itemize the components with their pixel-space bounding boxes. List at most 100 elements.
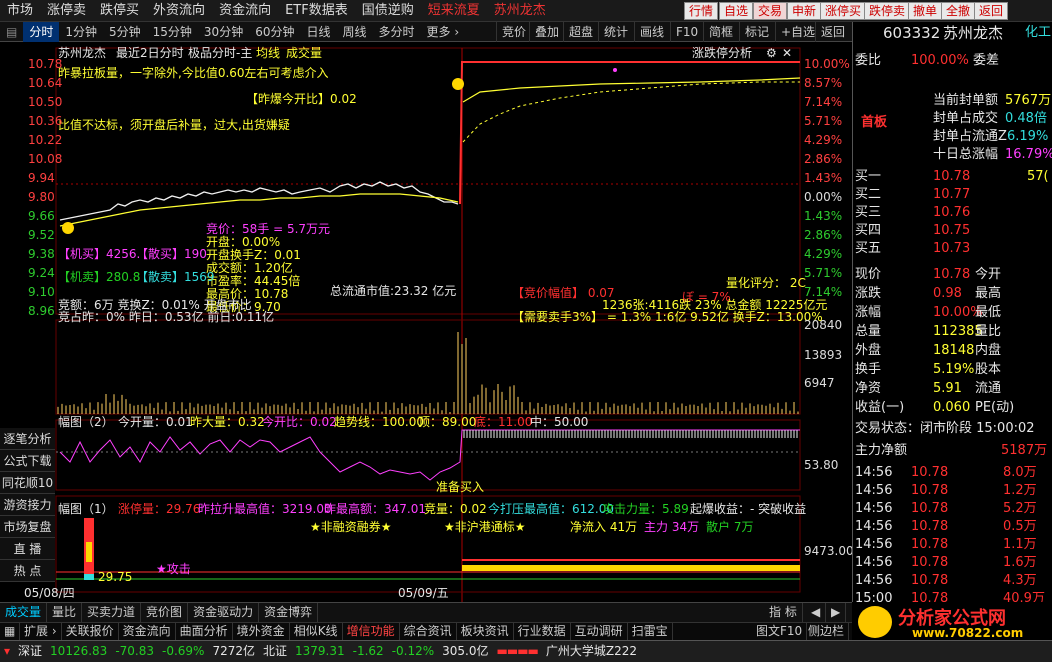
close-icon[interactable]: ✕ — [782, 46, 792, 60]
menu-limit-up-sell[interactable]: 涨停卖 — [40, 0, 93, 22]
tab-intraday[interactable]: 分时 — [23, 21, 60, 42]
line-4: 【需要卖手3%】 = 1.3% 1:6亿 9.52亿 换手Z：13.00% — [512, 310, 823, 324]
sz-label[interactable]: 深证 — [14, 641, 46, 662]
bid-price[interactable]: 10.76 — [933, 204, 970, 222]
btn-draw-line[interactable]: 画线 — [634, 22, 669, 42]
func-capital-flow[interactable]: 资金流向 — [119, 623, 176, 640]
btn-overlay[interactable]: 叠加 — [529, 22, 564, 42]
side-tab-market-review[interactable]: 市场复盘 — [0, 516, 55, 538]
ind2-bottom: 底：11.00 — [474, 415, 533, 429]
btn-limit-up-buy[interactable]: 涨停买 — [820, 2, 867, 20]
tick-price: 10.78 — [911, 465, 949, 480]
grid-icon[interactable]: ▦ — [0, 623, 20, 640]
btn-cancel-all[interactable]: 全撤 — [941, 2, 976, 20]
tab-volume[interactable]: 成交量 — [0, 603, 48, 622]
tab-60min[interactable]: 60分钟 — [249, 22, 300, 42]
weibi-value: 100.00% — [911, 53, 969, 68]
tab-buy-sell-force[interactable]: 买卖力道 — [82, 603, 142, 622]
tab-5min[interactable]: 5分钟 — [103, 22, 147, 42]
side-tab-ths10[interactable]: 同花顺10 — [0, 472, 55, 494]
bz-pct: -0.12% — [391, 644, 435, 658]
btn-back[interactable]: 返回 — [974, 2, 1009, 20]
ind2-ready-buy: 准备买入 — [436, 480, 485, 494]
side-tab-formula-download[interactable]: 公式下载 — [0, 450, 55, 472]
tab-15min[interactable]: 15分钟 — [147, 22, 198, 42]
func-sidebar[interactable]: 侧边栏 — [804, 623, 850, 640]
btn-stats[interactable]: 统计 — [598, 22, 633, 42]
line-2: 竞占昨：0% 昨日：0.53亿 前日:0.11亿 — [58, 310, 275, 324]
func-similar-k[interactable]: 相似K线 — [290, 623, 343, 640]
func-foreign-capital[interactable]: 境外资金 — [233, 623, 290, 640]
func-industry-data[interactable]: 行业数据 — [514, 623, 571, 640]
btn-back-2[interactable]: 返回 — [815, 22, 850, 42]
func-f10[interactable]: 图文F10 — [752, 623, 808, 640]
side-tab-hot-money[interactable]: 游资接力 — [0, 494, 55, 516]
func-minesweeper[interactable]: 扫雷宝 — [628, 623, 673, 640]
menu-etf-table[interactable]: ETF数据表 — [278, 0, 355, 22]
bid-price[interactable]: 10.78 — [933, 168, 970, 186]
status-bar: ▾ 深证 10126.83 -70.83 -0.69% 7272亿 北证 137… — [0, 640, 1052, 662]
side-tab-tick-analysis[interactable]: 逐笔分析 — [0, 428, 55, 450]
func-news[interactable]: 综合资讯 — [400, 623, 457, 640]
bid-price[interactable]: 10.75 — [933, 222, 970, 240]
stat-label: 涨跌 — [855, 286, 882, 301]
func-expand[interactable]: 扩展 › — [20, 623, 62, 640]
btn-apply[interactable]: 申新 — [787, 2, 822, 20]
tab-volume-ratio[interactable]: 量比 — [47, 603, 83, 622]
bid-price[interactable]: 10.77 — [933, 186, 970, 204]
tab-auction-chart[interactable]: 竞价图 — [141, 603, 189, 622]
tick-pct: 2.86% — [804, 228, 843, 242]
btn-indicator[interactable]: 指 标 — [764, 603, 803, 622]
gear-icon[interactable]: ⚙ — [766, 46, 777, 60]
tab-capital-drive[interactable]: 资金驱动力 — [188, 603, 260, 622]
menu-limit-down-buy[interactable]: 跌停买 — [93, 0, 146, 22]
func-interactive-research[interactable]: 互动调研 — [571, 623, 628, 640]
menu-capital-flow[interactable]: 资金流向 — [212, 0, 278, 22]
period-toolbar: ▤ 分时 1分钟 5分钟 15分钟 30分钟 60分钟 日线 周线 多分时 更多… — [0, 21, 852, 42]
menu-market[interactable]: 市场 — [0, 0, 40, 22]
stock-code: 603332 — [883, 24, 941, 42]
tick-price: 10.50 — [28, 95, 63, 109]
btn-limit-down-sell[interactable]: 跌停卖 — [864, 2, 911, 20]
bz-label[interactable]: 北证 — [259, 641, 291, 662]
func-related-quote[interactable]: 关联报价 — [62, 623, 119, 640]
bz-amount: 305.0亿 — [442, 644, 489, 658]
bid-label: 买五 — [855, 241, 882, 256]
tab-weekly[interactable]: 周线 — [337, 22, 373, 42]
tab-daily[interactable]: 日线 — [300, 22, 336, 42]
tick-time: 15:00 — [855, 591, 893, 602]
func-sector-news[interactable]: 板块资讯 — [457, 623, 514, 640]
tick-price: 9.38 — [28, 247, 55, 261]
btn-cancel-order[interactable]: 撤单 — [908, 2, 943, 20]
btn-quote[interactable]: 行情 — [684, 2, 719, 20]
bid-price[interactable]: 10.73 — [933, 240, 970, 258]
tab-multi-intraday[interactable]: 多分时 — [373, 22, 421, 42]
tab-more[interactable]: 更多 › — [421, 22, 466, 42]
btn-prev[interactable]: ◀ — [806, 603, 827, 622]
seal-ratio-label: 封单占成交 — [933, 111, 999, 126]
menu-foreign-flow[interactable]: 外资流向 — [146, 0, 212, 22]
chart-mode: 最近2日分时 — [116, 46, 184, 60]
tick-pct: 7.14% — [804, 95, 843, 109]
side-tab-hotspot[interactable]: 热 点 — [0, 560, 55, 582]
tab-30min[interactable]: 30分钟 — [198, 22, 249, 42]
btn-trade[interactable]: 交易 — [753, 2, 788, 20]
func-surface-analysis[interactable]: 曲面分析 — [176, 623, 233, 640]
func-credit[interactable]: 增信功能 — [343, 623, 400, 640]
menu-repo[interactable]: 国债逆购 — [355, 0, 421, 22]
tab-1min[interactable]: 1分钟 — [59, 22, 103, 42]
btn-watchlist[interactable]: 自选 — [719, 2, 754, 20]
chart-area[interactable]: 苏州龙杰 最近2日分时 极品分时-主 均线 成交量 涨跌停分析 ⚙ ✕ 昨暴拉板… — [0, 42, 852, 602]
btn-mark[interactable]: 标记 — [739, 22, 774, 42]
seal-float: 6.19% — [1007, 129, 1049, 144]
btn-superplate[interactable]: 超盘 — [563, 22, 598, 42]
btn-auction[interactable]: 竞价 — [496, 22, 531, 42]
stat-label-2: PE(动) — [975, 400, 1015, 415]
btn-f10[interactable]: F10 — [670, 22, 703, 42]
btn-simple-frame[interactable]: 简框 — [703, 22, 738, 42]
tab-capital-game[interactable]: 资金博弈 — [259, 603, 319, 622]
btn-add-watch[interactable]: +自选 — [775, 22, 820, 42]
side-tab-live[interactable]: 直 播 — [0, 538, 55, 560]
panel-toggle-icon[interactable]: ▤ — [0, 22, 23, 42]
btn-next[interactable]: ▶ — [826, 603, 847, 622]
